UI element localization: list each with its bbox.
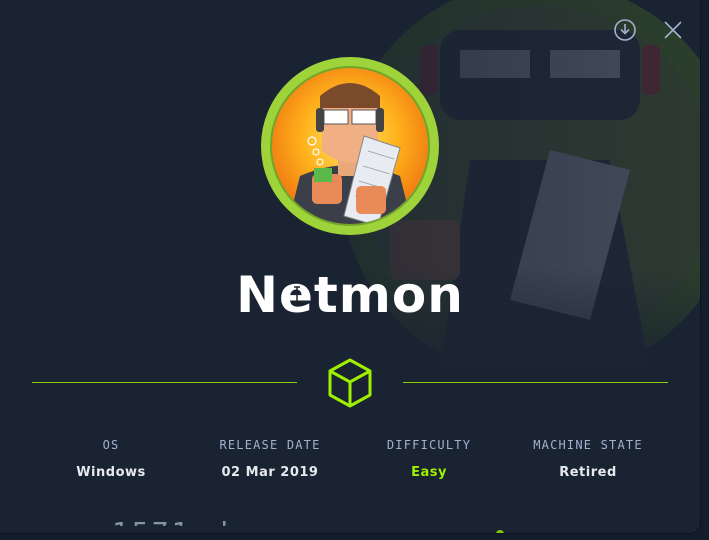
- machine-avatar: [261, 57, 439, 235]
- stat-release-date-label: RELEASE DATE: [219, 438, 321, 452]
- download-button[interactable]: [613, 18, 637, 42]
- stat-os: OS Windows: [31, 438, 191, 480]
- stat-os-label: OS: [102, 438, 120, 452]
- download-circle-icon: [614, 19, 636, 41]
- divider-left: [32, 382, 297, 383]
- stat-machine-state-value: Retired: [559, 465, 617, 480]
- close-x-icon: [664, 21, 682, 39]
- stat-machine-state-label: MACHINE STATE: [533, 438, 643, 452]
- stat-difficulty-label: DIFFICULTY: [386, 438, 472, 452]
- divider-right: [403, 382, 668, 383]
- stat-release-date-value: 02 Mar 2019: [221, 465, 319, 480]
- text-cursor-icon: [294, 286, 300, 304]
- stat-os-value: Windows: [76, 465, 146, 480]
- machine-name: Netmon: [236, 266, 464, 324]
- close-button[interactable]: [661, 18, 685, 42]
- stat-release-date: RELEASE DATE 02 Mar 2019: [190, 438, 350, 480]
- difficulty-cube-icon: [328, 358, 372, 408]
- machine-stats: OS Windows RELEASE DATE 02 Mar 2019 DIFF…: [0, 438, 700, 488]
- partial-indicator: [496, 530, 504, 533]
- stat-difficulty: DIFFICULTY Easy: [349, 438, 509, 480]
- stat-machine-state: MACHINE STATE Retired: [508, 438, 668, 480]
- stat-difficulty-value: Easy: [411, 465, 447, 480]
- machine-modal: Netmon OS Windows RELEASE DATE 02 Mar 20…: [0, 0, 700, 533]
